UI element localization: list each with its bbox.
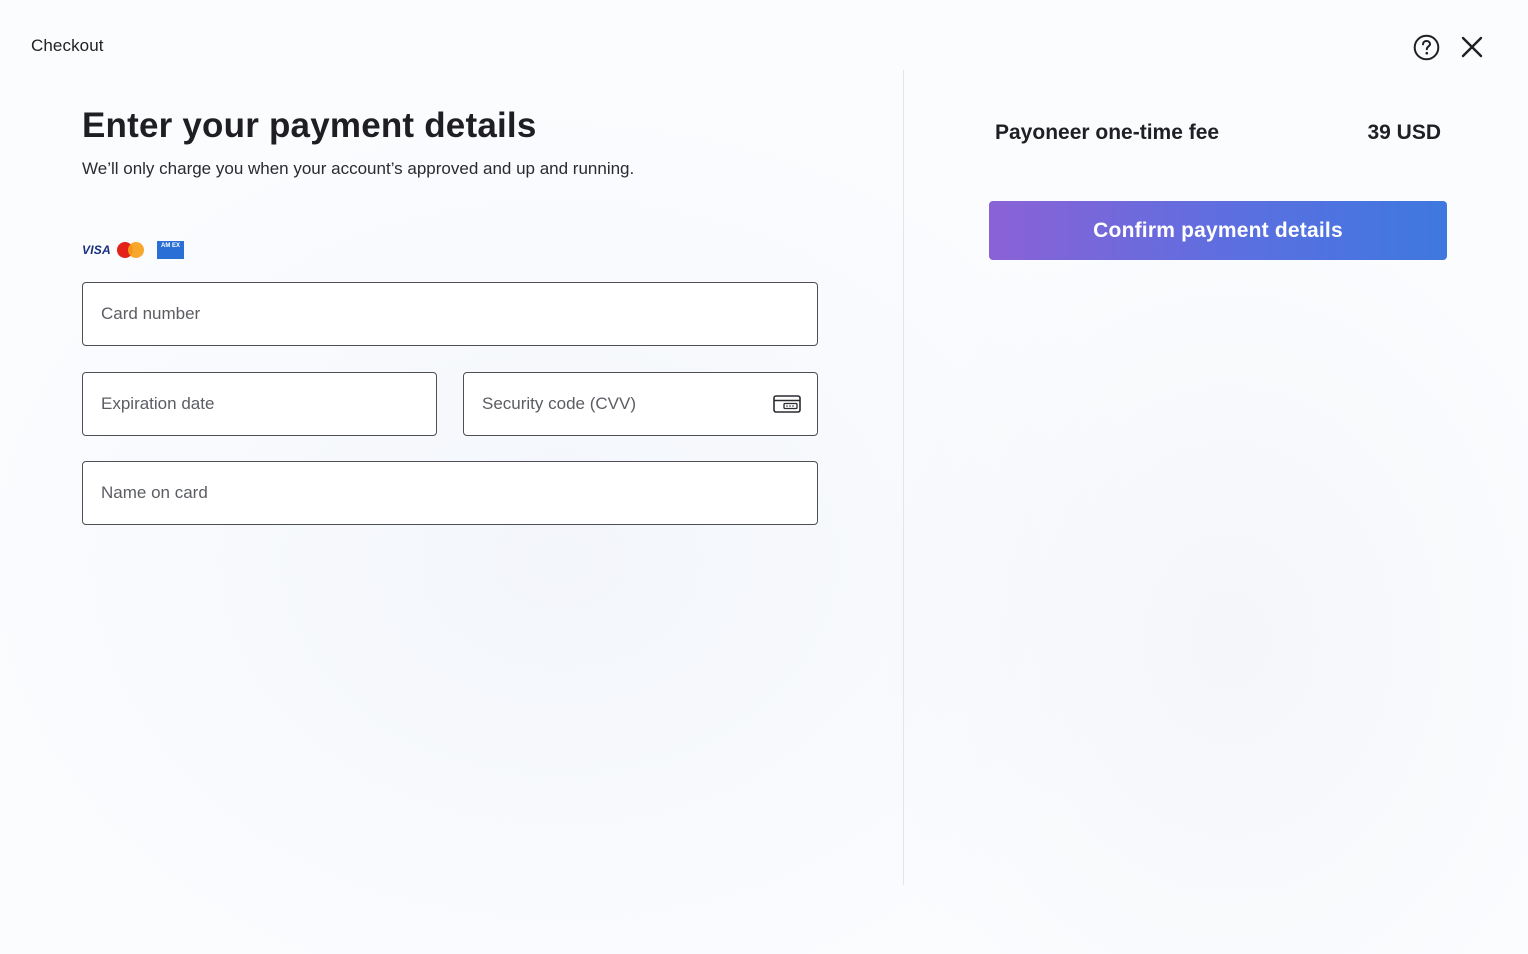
header-actions [1412,33,1486,61]
accepted-cards: VISA AM EX [82,240,184,260]
name-on-card-input[interactable] [99,461,801,525]
security-code-input[interactable] [480,372,765,436]
close-button[interactable] [1458,33,1486,61]
card-number-input[interactable] [99,282,801,346]
card-cvv-icon [773,395,801,413]
close-icon [1461,36,1483,58]
payment-heading: Enter your payment details [82,106,537,145]
fee-amount: 39 USD [1367,121,1441,144]
fee-summary: Payoneer one-time fee 39 USD [995,121,1441,145]
fee-label: Payoneer one-time fee [995,121,1220,144]
payment-subheading: We’ll only charge you when your account’… [82,159,635,178]
card-number-field [82,282,818,346]
visa-logo-icon: VISA [82,243,111,257]
expiration-date-field [82,372,437,436]
help-icon[interactable] [1412,33,1440,61]
confirm-payment-button[interactable]: Confirm payment details [989,201,1447,260]
column-divider [903,70,904,885]
mastercard-logo-icon [117,241,145,259]
security-code-field [463,372,818,436]
payment-form-header: Enter your payment details We’ll only ch… [82,104,818,180]
page-title: Checkout [31,36,104,55]
expiration-date-input[interactable] [99,372,420,436]
help-circle-icon [1413,34,1439,60]
amex-logo-icon: AM EX [157,241,184,259]
name-on-card-field [82,461,818,525]
